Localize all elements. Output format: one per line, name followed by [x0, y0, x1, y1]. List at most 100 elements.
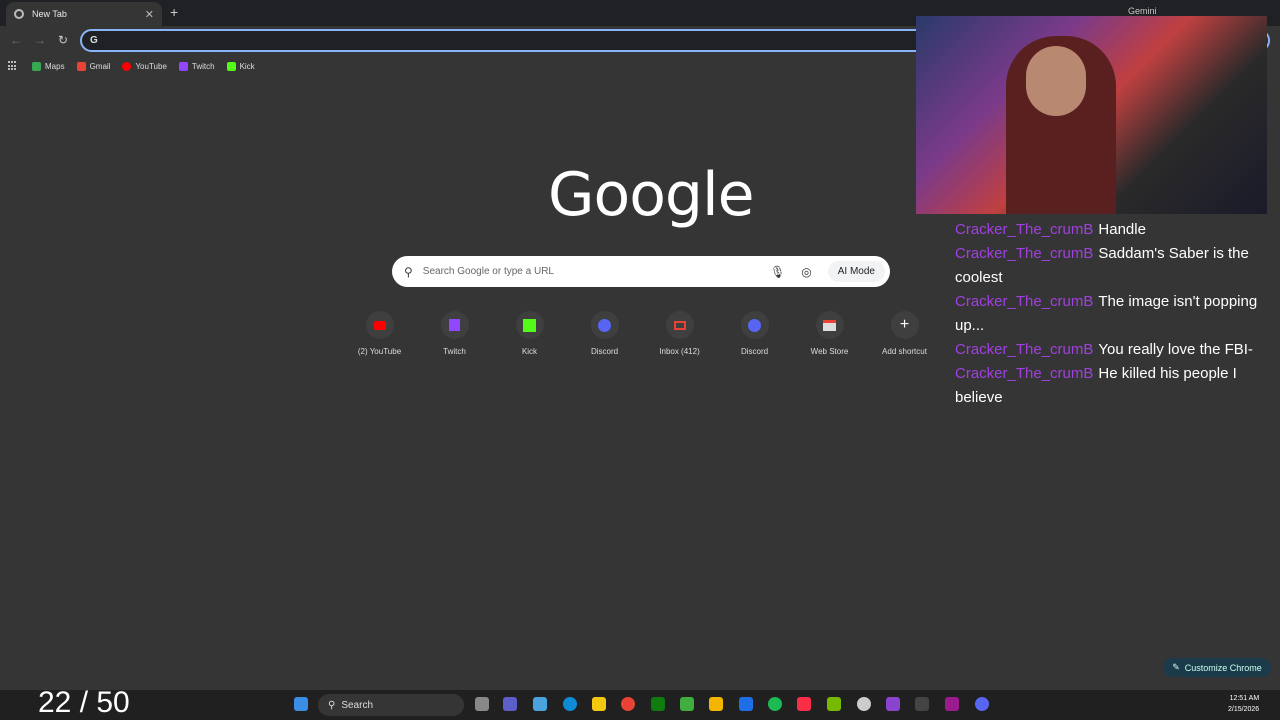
bookmark-kick[interactable]: Kick — [226, 61, 255, 71]
youtube-icon — [122, 61, 132, 71]
chat-username: Cracker_The_crumB — [955, 365, 1094, 382]
shortcut-label: (2) YouTube — [357, 347, 402, 356]
app-icon[interactable] — [886, 697, 900, 711]
clock-time: 12:51 AM — [1229, 695, 1260, 702]
store-icon[interactable] — [592, 697, 606, 711]
system-clock[interactable]: 12:51 AM 2/15/2026 — [1228, 693, 1259, 715]
gmail-icon — [76, 61, 86, 71]
streamer-head — [1026, 46, 1086, 116]
chat-message: Cracker_The_crumB You really love the FBI… — [955, 338, 1265, 362]
music-icon[interactable] — [797, 697, 811, 711]
search-icon: ⚲ — [328, 699, 336, 711]
windows-start-icon[interactable] — [294, 697, 308, 711]
customize-label: Customize Chrome — [1184, 662, 1262, 673]
pencil-icon: ✎ — [1172, 662, 1180, 672]
shortcut-web-store[interactable]: Web Store — [792, 311, 867, 356]
twitch-icon — [440, 311, 469, 339]
shortcut-kick[interactable]: Kick — [492, 311, 567, 356]
gmail-icon — [665, 311, 694, 339]
bookmark-maps[interactable]: Maps — [32, 61, 65, 71]
bookmark-label: Twitch — [191, 61, 215, 71]
chat-text: You really love the FBI- — [1098, 341, 1253, 358]
spotify-icon[interactable] — [768, 697, 782, 711]
lens-icon[interactable]: ◎ — [801, 265, 811, 279]
kick-icon — [515, 311, 544, 339]
maps-icon — [32, 61, 41, 71]
shortcut-discord[interactable]: Discord — [567, 311, 642, 356]
bookmark-twitch[interactable]: Twitch — [178, 61, 215, 71]
chat-message: Cracker_The_crumB He killed his people I … — [955, 362, 1265, 410]
chat-message: Cracker_The_crumB The image isn't popping… — [955, 290, 1265, 338]
chat-username: Cracker_The_crumB — [955, 245, 1094, 262]
bookmark-label: YouTube — [135, 61, 167, 71]
chrome-icon — [14, 9, 24, 19]
shortcut-label: Web Store — [810, 347, 849, 356]
bookmark-label: Kick — [239, 61, 255, 71]
microphone-icon[interactable]: 🎙 — [770, 265, 785, 279]
ai-mode-button[interactable]: AI Mode — [827, 261, 885, 282]
minecraft-icon[interactable] — [680, 697, 694, 711]
taskbar-search[interactable]: ⚲ Search — [318, 694, 464, 716]
discord-taskbar-icon[interactable] — [975, 697, 989, 711]
plus-icon: + — [890, 311, 919, 339]
close-icon[interactable]: ✕ — [145, 8, 154, 21]
twitch-icon — [178, 61, 188, 71]
bookmark-label: Gmail — [89, 61, 111, 71]
forward-icon[interactable]: → — [34, 33, 46, 47]
shortcut-label: Kick — [521, 347, 538, 356]
app-icon[interactable] — [739, 697, 753, 711]
search-icon: ⚲ — [404, 264, 413, 279]
search-box[interactable]: ⚲ Search Google or type a URL 🎙 ◎ AI Mod… — [392, 256, 890, 287]
web-store-icon — [815, 311, 844, 339]
task-view-icon[interactable] — [475, 697, 489, 711]
chat-message: Cracker_The_crumB Saddam's Saber is the c… — [955, 242, 1265, 290]
shortcut-twitch[interactable]: Twitch — [417, 311, 492, 356]
webcam-overlay — [916, 16, 1267, 214]
steam-icon[interactable] — [857, 697, 871, 711]
new-tab-button[interactable]: + — [170, 4, 178, 20]
teams-icon[interactable] — [503, 697, 517, 711]
apps-grid-icon[interactable] — [8, 61, 18, 71]
back-icon[interactable]: ← — [10, 33, 22, 47]
file-explorer-icon[interactable] — [709, 697, 723, 711]
gemini-button[interactable]: Gemini — [1128, 6, 1157, 16]
search-placeholder: Search Google or type a URL — [422, 266, 554, 277]
xbox-icon[interactable] — [651, 697, 665, 711]
tab-new-tab[interactable]: New Tab ✕ — [6, 2, 162, 26]
shortcuts-grid: (2) YouTube Twitch Kick Discord Inbox (4… — [342, 311, 942, 356]
edge-icon[interactable] — [563, 697, 577, 711]
bookmark-label: Maps — [45, 61, 65, 71]
omnibox-input[interactable] — [101, 33, 702, 48]
google-logo: Google — [548, 160, 755, 230]
bookmark-gmail[interactable]: Gmail — [76, 61, 111, 71]
shortcut-discord-2[interactable]: Discord — [717, 311, 792, 356]
app-icon[interactable] — [915, 697, 929, 711]
google-g-icon: G — [90, 35, 98, 46]
youtube-icon — [365, 311, 394, 339]
nvidia-icon[interactable] — [827, 697, 841, 711]
kick-icon — [226, 61, 236, 71]
shortcut-label: Add shortcut — [882, 347, 927, 356]
customize-chrome-button[interactable]: ✎ Customize Chrome — [1163, 658, 1271, 677]
shortcut-label: Discord — [740, 347, 769, 356]
chrome-taskbar-icon[interactable] — [621, 697, 635, 711]
bookmark-youtube[interactable]: YouTube — [122, 61, 167, 71]
clock-date: 2/15/2026 — [1228, 706, 1260, 713]
shortcut-label: Twitch — [443, 347, 466, 356]
shortcut-inbox[interactable]: Inbox (412) — [642, 311, 717, 356]
app-icon[interactable] — [945, 697, 959, 711]
shortcut-label: Discord — [590, 347, 619, 356]
tab-title: New Tab — [32, 9, 67, 19]
chat-message: Cracker_The_crumB Handle — [955, 218, 1265, 242]
chat-username: Cracker_The_crumB — [955, 293, 1094, 310]
taskbar-search-label: Search — [341, 699, 374, 711]
discord-icon — [740, 311, 769, 339]
reload-icon[interactable]: ↻ — [58, 33, 68, 47]
shortcut-youtube[interactable]: (2) YouTube — [342, 311, 417, 356]
shortcut-add[interactable]: + Add shortcut — [867, 311, 942, 356]
chat-username: Cracker_The_crumB — [955, 221, 1094, 238]
chat-overlay: Cracker_The_crumB Handle Cracker_The_crum… — [955, 218, 1265, 410]
chat-username: Cracker_The_crumB — [955, 341, 1094, 358]
discord-icon — [590, 311, 619, 339]
copilot-icon[interactable] — [533, 697, 547, 711]
